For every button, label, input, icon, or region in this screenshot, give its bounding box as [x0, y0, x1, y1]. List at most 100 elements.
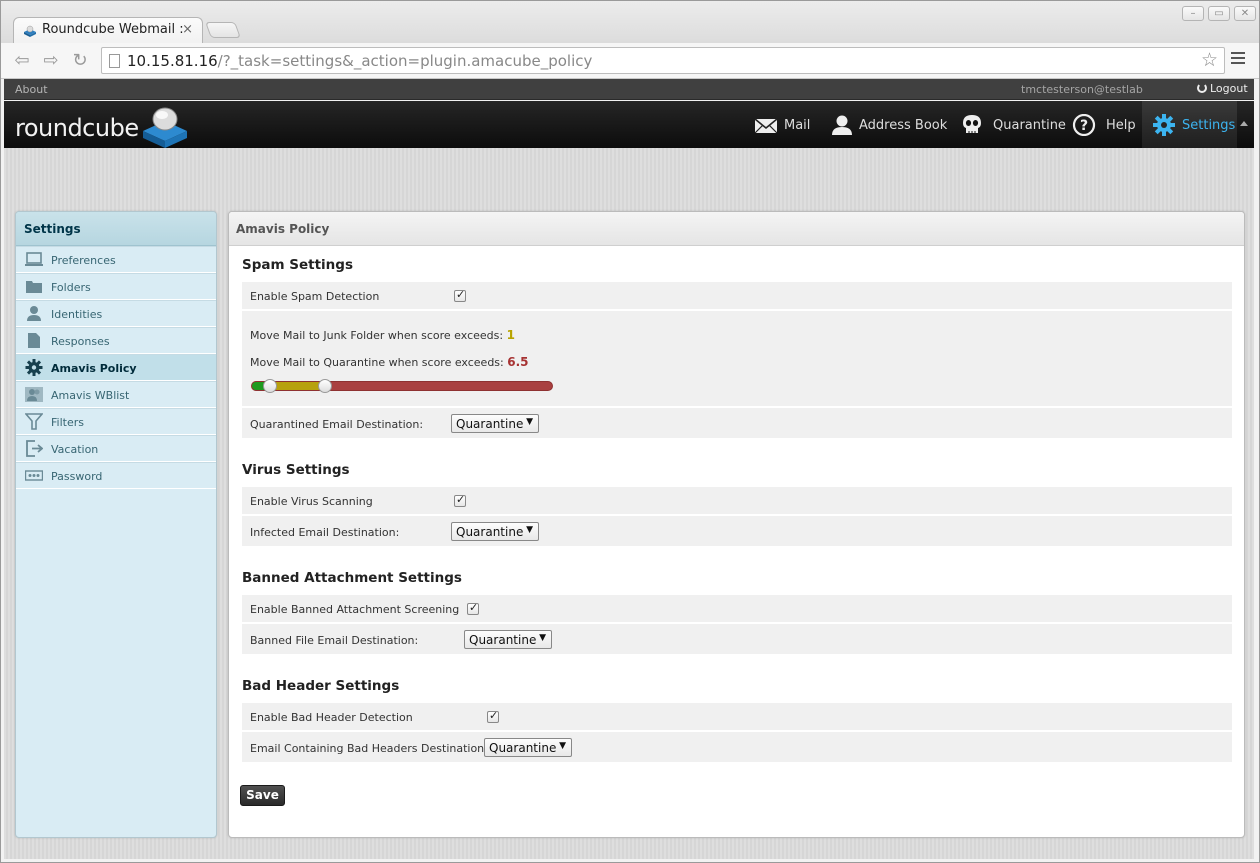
nav-settings[interactable]: Settings [1142, 101, 1237, 148]
save-button[interactable]: Save [240, 785, 285, 806]
badheader-enable-label: Enable Bad Header Detection [250, 711, 413, 724]
url-text[interactable]: 10.15.81.16/?_task=settings&_action=plug… [127, 52, 592, 70]
roundcube-favicon-icon [24, 25, 36, 37]
forward-icon[interactable]: ⇨ [40, 51, 62, 71]
banned-enable-checkbox[interactable] [467, 601, 479, 615]
badheader-destination-row: Email Containing Bad Headers Destination… [242, 732, 1232, 763]
sidebar-item-amavis-wblist[interactable]: Amavis WBlist [16, 381, 216, 408]
spam-heading: Spam Settings [242, 257, 353, 273]
browser-toolbar: ⇦ ⇨ ↻ 10.15.81.16/?_task=settings&_actio… [1, 43, 1259, 79]
sidebar-title: Settings [16, 212, 216, 246]
nav-help[interactable]: ? Help [1072, 101, 1138, 148]
person-icon [27, 306, 41, 321]
gear-icon [25, 359, 43, 376]
tab-title: Roundcube Webmail : [42, 22, 184, 37]
minimize-button[interactable]: – [1182, 6, 1204, 21]
badheader-heading: Bad Header Settings [242, 678, 400, 694]
banned-heading: Banned Attachment Settings [242, 570, 462, 586]
nav-quarantine[interactable]: Quarantine [960, 101, 1066, 148]
password-icon [25, 470, 43, 481]
browser-tab[interactable]: Roundcube Webmail : × [13, 17, 203, 44]
sidebar-item-preferences[interactable]: Preferences [16, 246, 216, 273]
quarantine-threshold-handle[interactable] [318, 379, 332, 393]
maximize-button[interactable]: ▭ [1208, 6, 1230, 21]
virus-enable-row: Enable Virus Scanning [242, 487, 1232, 515]
help-icon: ? [1072, 114, 1096, 136]
badheader-destination-label: Email Containing Bad Headers Destination… [250, 742, 488, 755]
bookmark-star-icon[interactable]: ☆ [1201, 49, 1218, 71]
sidebar-item-vacation[interactable]: Vacation [16, 435, 216, 462]
logout-button[interactable]: Logout [1197, 82, 1248, 95]
banned-enable-label: Enable Banned Attachment Screening [250, 603, 460, 616]
sidebar-item-amavis-policy[interactable]: Amavis Policy [16, 354, 216, 381]
badheader-destination-select[interactable]: Quarantine ▼ [484, 738, 572, 757]
virus-enable-label: Enable Virus Scanning [250, 495, 373, 508]
address-bar[interactable]: 10.15.81.16/?_task=settings&_action=plug… [101, 47, 1225, 74]
collapse-header-icon[interactable] [1240, 121, 1248, 126]
content-title: Amavis Policy [229, 212, 1244, 246]
spam-enable-checkbox[interactable] [454, 288, 466, 302]
mail-icon [754, 118, 778, 134]
spam-score-row: Move Mail to Junk Folder when score exce… [242, 311, 1232, 407]
settings-sidebar: Settings Preferences Folders Identities … [15, 211, 217, 838]
virus-destination-row: Infected Email Destination: Quarantine ▼ [242, 516, 1232, 547]
monitor-icon [25, 252, 43, 266]
folder-icon [26, 281, 42, 293]
exit-icon [26, 440, 43, 457]
gear-icon [1153, 114, 1175, 136]
users-icon [25, 387, 43, 402]
person-icon [832, 115, 852, 135]
virus-heading: Virus Settings [242, 462, 350, 478]
virus-enable-checkbox[interactable] [454, 493, 466, 507]
document-icon [28, 333, 40, 348]
slider-yellow-segment [270, 382, 325, 390]
dropdown-arrow-icon: ▼ [539, 633, 546, 643]
reload-icon[interactable]: ↻ [69, 51, 91, 71]
skull-icon [963, 115, 981, 133]
page-icon [109, 54, 120, 68]
sidebar-item-responses[interactable]: Responses [16, 327, 216, 354]
browser-menu-icon[interactable] [1231, 52, 1245, 67]
username-label: tmctesterson@testlab [1021, 83, 1143, 96]
logo-cube-icon [143, 107, 187, 148]
sidebar-item-password[interactable]: Password [16, 462, 216, 489]
junk-threshold-handle[interactable] [263, 379, 277, 393]
dropdown-arrow-icon: ▼ [559, 741, 566, 751]
close-tab-icon[interactable]: × [182, 22, 193, 37]
svg-text:?: ? [1080, 118, 1088, 134]
filter-icon [25, 413, 43, 430]
quarantine-threshold-value: 6.5 [507, 355, 529, 369]
banned-enable-row: Enable Banned Attachment Screening [242, 595, 1232, 623]
spam-destination-label: Quarantined Email Destination: [250, 418, 424, 431]
sidebar-item-filters[interactable]: Filters [16, 408, 216, 435]
settings-content: Amavis Policy Spam Settings Enable Spam … [228, 211, 1245, 838]
sidebar-item-identities[interactable]: Identities [16, 300, 216, 327]
power-icon [1197, 83, 1207, 93]
top-line: About tmctesterson@testlab Logout [4, 79, 1254, 100]
banned-destination-select[interactable]: Quarantine ▼ [464, 630, 552, 649]
virus-destination-select[interactable]: Quarantine ▼ [451, 522, 539, 541]
junk-threshold-value: 1 [506, 328, 515, 342]
banned-destination-label: Banned File Email Destination: [250, 634, 419, 647]
virus-destination-label: Infected Email Destination: [250, 526, 400, 539]
badheader-enable-row: Enable Bad Header Detection [242, 703, 1232, 731]
spam-destination-select[interactable]: Quarantine ▼ [451, 414, 539, 433]
dropdown-arrow-icon: ▼ [526, 525, 533, 535]
quarantine-threshold-label: Move Mail to Quarantine when score excee… [250, 355, 529, 369]
sidebar-item-folders[interactable]: Folders [16, 273, 216, 300]
badheader-enable-checkbox[interactable] [487, 709, 499, 723]
back-icon[interactable]: ⇦ [11, 51, 33, 71]
close-window-button[interactable]: ✕ [1234, 6, 1256, 21]
dropdown-arrow-icon: ▼ [526, 417, 533, 427]
about-link[interactable]: About [15, 83, 48, 96]
new-tab-button[interactable] [205, 22, 241, 38]
spam-enable-label: Enable Spam Detection [250, 290, 380, 303]
banned-destination-row: Banned File Email Destination: Quarantin… [242, 624, 1232, 655]
nav-addressbook[interactable]: Address Book [830, 101, 950, 148]
spam-destination-row: Quarantined Email Destination: Quarantin… [242, 408, 1232, 439]
app-header: roundcube Mail Address Book Quarantine ?… [4, 101, 1254, 148]
junk-threshold-label: Move Mail to Junk Folder when score exce… [250, 328, 515, 342]
tab-strip: Roundcube Webmail : × – ▭ ✕ [1, 1, 1259, 44]
spam-score-slider[interactable] [251, 379, 553, 393]
nav-mail[interactable]: Mail [754, 101, 824, 148]
